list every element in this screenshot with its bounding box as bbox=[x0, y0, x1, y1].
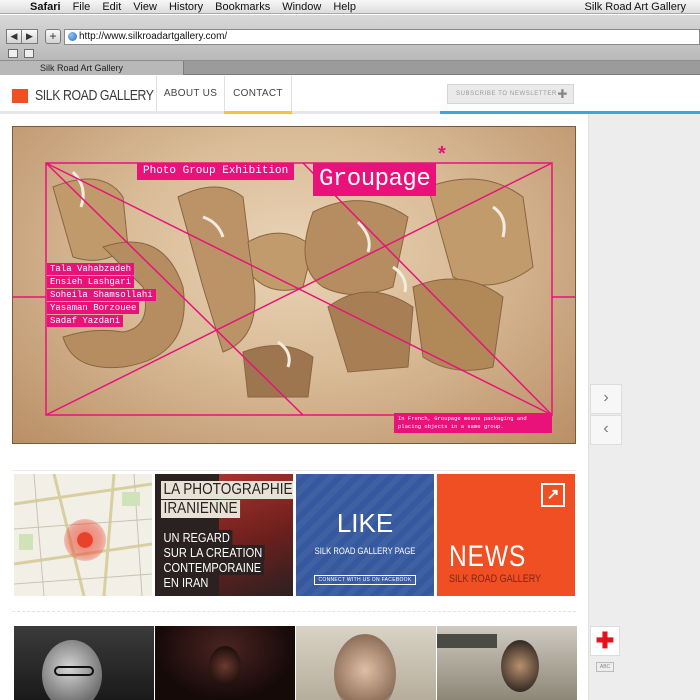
tank-barrel bbox=[437, 634, 497, 648]
artist-thumbnail[interactable] bbox=[14, 626, 154, 700]
top-sites-icon[interactable] bbox=[24, 49, 34, 58]
bookmark-icons bbox=[8, 49, 34, 58]
hero-title: Groupage bbox=[313, 163, 437, 196]
nav-about-label: ABOUT US bbox=[163, 88, 218, 99]
subscribe-plus-icon[interactable]: ✚ bbox=[557, 85, 568, 103]
menu-edit[interactable]: Edit bbox=[96, 1, 127, 13]
address-bar[interactable]: http://www.silkroadartgallery.com/ bbox=[64, 29, 700, 45]
history-buttons: ◀ ▶ bbox=[6, 29, 38, 44]
section-divider bbox=[12, 611, 576, 612]
artist-thumbnail[interactable] bbox=[155, 626, 295, 700]
plus-icon: + bbox=[49, 29, 57, 43]
glasses-icon bbox=[54, 666, 94, 676]
news-subtitle: SILK ROAD GALLERY bbox=[449, 573, 542, 585]
window-title: Silk Road Art Gallery bbox=[584, 1, 686, 13]
tab-bar: Silk Road Art Gallery bbox=[0, 61, 700, 75]
site-logo[interactable]: SILK ROAD GALLERY bbox=[12, 87, 180, 104]
photo-text-3: CONTEMPORAINE bbox=[161, 560, 264, 575]
url-text: http://www.silkroadartgallery.com/ bbox=[79, 31, 228, 42]
mac-menu-bar: Safari File Edit View History Bookmarks … bbox=[0, 0, 700, 14]
newsletter-input[interactable]: SUBSCRIBE TO NEWSLETTER ✚ bbox=[447, 84, 574, 104]
tile-map[interactable] bbox=[14, 474, 152, 596]
artist-list: Tala Vahabzadeh Ensieh Lashgari Soheila … bbox=[47, 263, 156, 328]
menu-help[interactable]: Help bbox=[327, 1, 362, 13]
artist-name: Ensieh Lashgari bbox=[47, 276, 135, 288]
logo-square-icon bbox=[12, 88, 28, 103]
photo-title-1: LA PHOTOGRAPHIE bbox=[161, 481, 293, 499]
back-button[interactable]: ◀ bbox=[6, 29, 22, 44]
location-pin-icon bbox=[64, 519, 106, 561]
portrait-face bbox=[334, 634, 396, 700]
photo-text-1: UN REGARD bbox=[161, 530, 233, 545]
hero-slide[interactable]: Photo Group Exhibition Groupage * Tala V… bbox=[12, 126, 576, 444]
chevron-right-icon: › bbox=[603, 389, 609, 406]
artist-thumbnail[interactable] bbox=[296, 626, 436, 700]
browser-toolbar: ◀ ▶ + http://www.silkroadartgallery.com/ bbox=[0, 15, 700, 61]
like-title: LIKE bbox=[336, 508, 394, 538]
add-bookmark-button[interactable]: + bbox=[45, 29, 61, 44]
photo-text-4: EN IRAN bbox=[161, 575, 211, 590]
photo-text-2: SUR LA CREATION bbox=[161, 545, 265, 560]
artist-name: Soheila Shamsollahi bbox=[47, 289, 156, 301]
site-header: SILK ROAD GALLERY ABOUT US CONTACT SUBSC… bbox=[0, 76, 700, 114]
hero-note: In French, Groupage means packaging and … bbox=[394, 413, 552, 433]
nav-contact-label: CONTACT bbox=[233, 88, 283, 99]
news-title: NEWS bbox=[449, 540, 527, 573]
chevron-left-icon: ‹ bbox=[603, 420, 609, 437]
red-cross-icon[interactable]: ✚ bbox=[590, 626, 620, 656]
menu-file[interactable]: File bbox=[67, 1, 97, 13]
prev-slide-button[interactable]: ‹ bbox=[590, 415, 622, 445]
artist-thumbnail[interactable] bbox=[437, 626, 577, 700]
arrow-up-right-icon[interactable]: ↗ bbox=[541, 483, 565, 507]
reading-list-icon[interactable] bbox=[8, 49, 18, 58]
menu-view[interactable]: View bbox=[127, 1, 163, 13]
artist-name: Sadaf Yazdani bbox=[47, 315, 124, 327]
tile-facebook-like[interactable]: LIKE SILK ROAD GALLERY PAGE CONNECT WITH… bbox=[296, 474, 434, 596]
forward-arrow-icon: ▶ bbox=[26, 31, 33, 41]
artist-name: Tala Vahabzadeh bbox=[47, 263, 135, 275]
portrait-face bbox=[501, 640, 539, 692]
tile-photographie[interactable]: LA PHOTOGRAPHIE IRANIENNE UN REGARD SUR … bbox=[155, 474, 293, 596]
hero-subtitle: Photo Group Exhibition bbox=[137, 163, 295, 180]
back-arrow-icon: ◀ bbox=[10, 31, 18, 41]
tile-news[interactable]: ↗ NEWS SILK ROAD GALLERY bbox=[437, 474, 575, 596]
nav-contact[interactable]: CONTACT bbox=[224, 76, 292, 114]
globe-icon bbox=[68, 32, 77, 41]
photo-title-2: IRANIENNE bbox=[161, 500, 241, 518]
like-subtitle: SILK ROAD GALLERY PAGE bbox=[314, 546, 416, 556]
asterisk-icon: * bbox=[438, 143, 446, 165]
menu-history[interactable]: History bbox=[163, 1, 209, 13]
forward-button[interactable]: ▶ bbox=[22, 29, 38, 44]
artist-name: Yasaman Borzouee bbox=[47, 302, 140, 314]
facebook-connect-button[interactable]: CONNECT WITH US ON FACEBOOK bbox=[314, 575, 416, 585]
menu-window[interactable]: Window bbox=[276, 1, 327, 13]
portrait-face bbox=[209, 646, 241, 686]
abc-badge: ABC bbox=[596, 662, 614, 672]
tab-silk-road[interactable]: Silk Road Art Gallery bbox=[0, 61, 184, 75]
next-slide-button[interactable]: › bbox=[590, 384, 622, 414]
newsletter-placeholder: SUBSCRIBE TO NEWSLETTER bbox=[456, 91, 557, 97]
menu-safari[interactable]: Safari bbox=[24, 1, 67, 13]
site-name: SILK ROAD GALLERY bbox=[35, 87, 154, 104]
nav-about-us[interactable]: ABOUT US bbox=[156, 76, 224, 114]
menu-bookmarks[interactable]: Bookmarks bbox=[209, 1, 276, 13]
